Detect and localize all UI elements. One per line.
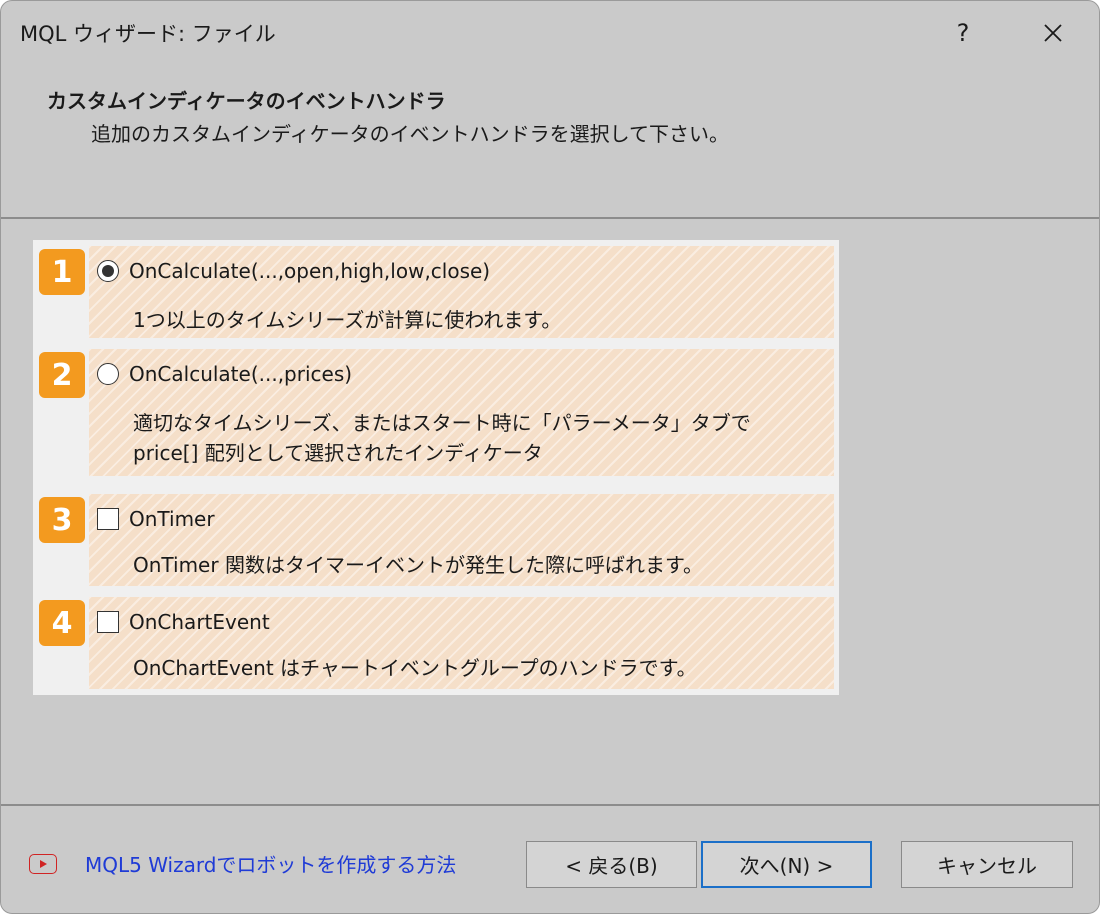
option-number-badge: 1 — [39, 249, 85, 295]
help-button[interactable]: ? — [941, 11, 985, 55]
option-description-line: 適切なタイムシリーズ、またはスタート時に「パラーメータ」タブで — [133, 411, 751, 435]
video-play-icon — [29, 853, 57, 874]
option-oncalculate-prices[interactable]: OnCalculate(...,prices) 適切なタイムシリーズ、またはスタ… — [89, 349, 834, 476]
radio-button[interactable] — [97, 363, 119, 385]
option-ontimer[interactable]: OnTimer OnTimer 関数はタイマーイベントが発生した際に呼ばれます。 — [89, 494, 834, 586]
close-icon — [1044, 24, 1062, 42]
option-label: OnCalculate(...,prices) — [129, 362, 353, 386]
header-divider — [1, 217, 1099, 219]
window-title: MQL ウィザード: ファイル — [20, 22, 276, 46]
wizard-header: カスタムインディケータのイベントハンドラ 追加のカスタムインディケータのイベント… — [1, 63, 1099, 217]
option-onchartevent[interactable]: OnChartEvent OnChartEvent はチャートイベントグループの… — [89, 597, 834, 689]
wizard-dialog: MQL ウィザード: ファイル ? カスタムインディケータのイベントハンドラ 追… — [0, 0, 1100, 914]
checkbox[interactable] — [97, 611, 119, 633]
option-description: 適切なタイムシリーズ、またはスタート時に「パラーメータ」タブで price[] … — [133, 408, 751, 468]
option-label: OnCalculate(...,open,high,low,close) — [129, 259, 491, 283]
option-label: OnTimer — [129, 507, 215, 531]
option-control-row[interactable]: OnCalculate(...,open,high,low,close) — [97, 258, 490, 284]
page-subtitle: 追加のカスタムインディケータのイベントハンドラを選択して下さい。 — [91, 122, 729, 146]
option-number-badge: 2 — [39, 352, 85, 398]
option-control-row[interactable]: OnChartEvent — [97, 609, 270, 635]
option-control-row[interactable]: OnCalculate(...,prices) — [97, 361, 352, 387]
option-oncalculate-ohlc[interactable]: OnCalculate(...,open,high,low,close) 1つ以… — [89, 246, 834, 338]
option-description: OnChartEvent はチャートイベントグループのハンドラです。 — [133, 653, 697, 683]
option-control-row[interactable]: OnTimer — [97, 506, 215, 532]
option-number-badge: 3 — [39, 497, 85, 543]
option-description: 1つ以上のタイムシリーズが計算に使われます。 — [133, 305, 561, 335]
help-video-link[interactable]: MQL5 Wizardでロボットを作成する方法 — [29, 849, 456, 878]
next-button[interactable]: 次へ(N) > — [701, 841, 872, 888]
footer-divider — [1, 804, 1099, 806]
checkbox[interactable] — [97, 508, 119, 530]
play-triangle-icon — [40, 859, 47, 868]
page-title: カスタムインディケータのイベントハンドラ — [47, 89, 446, 113]
option-description-line: price[] 配列として選択されたインディケータ — [133, 441, 543, 465]
back-button[interactable]: < 戻る(B) — [526, 841, 697, 888]
option-number-badge: 4 — [39, 600, 85, 646]
option-description-line: OnChartEvent はチャートイベントグループのハンドラです。 — [133, 656, 697, 680]
radio-dot — [102, 265, 114, 277]
cancel-button[interactable]: キャンセル — [901, 841, 1073, 888]
option-description-line: 1つ以上のタイムシリーズが計算に使われます。 — [133, 308, 562, 332]
radio-button-selected[interactable] — [97, 260, 119, 282]
close-button[interactable] — [1031, 11, 1075, 55]
option-label: OnChartEvent — [129, 610, 270, 634]
option-description: OnTimer 関数はタイマーイベントが発生した際に呼ばれます。 — [133, 550, 703, 580]
title-bar: MQL ウィザード: ファイル ? — [1, 1, 1099, 63]
help-link-text[interactable]: MQL5 Wizardでロボットを作成する方法 — [85, 849, 456, 878]
option-description-line: OnTimer 関数はタイマーイベントが発生した際に呼ばれます。 — [133, 553, 703, 577]
